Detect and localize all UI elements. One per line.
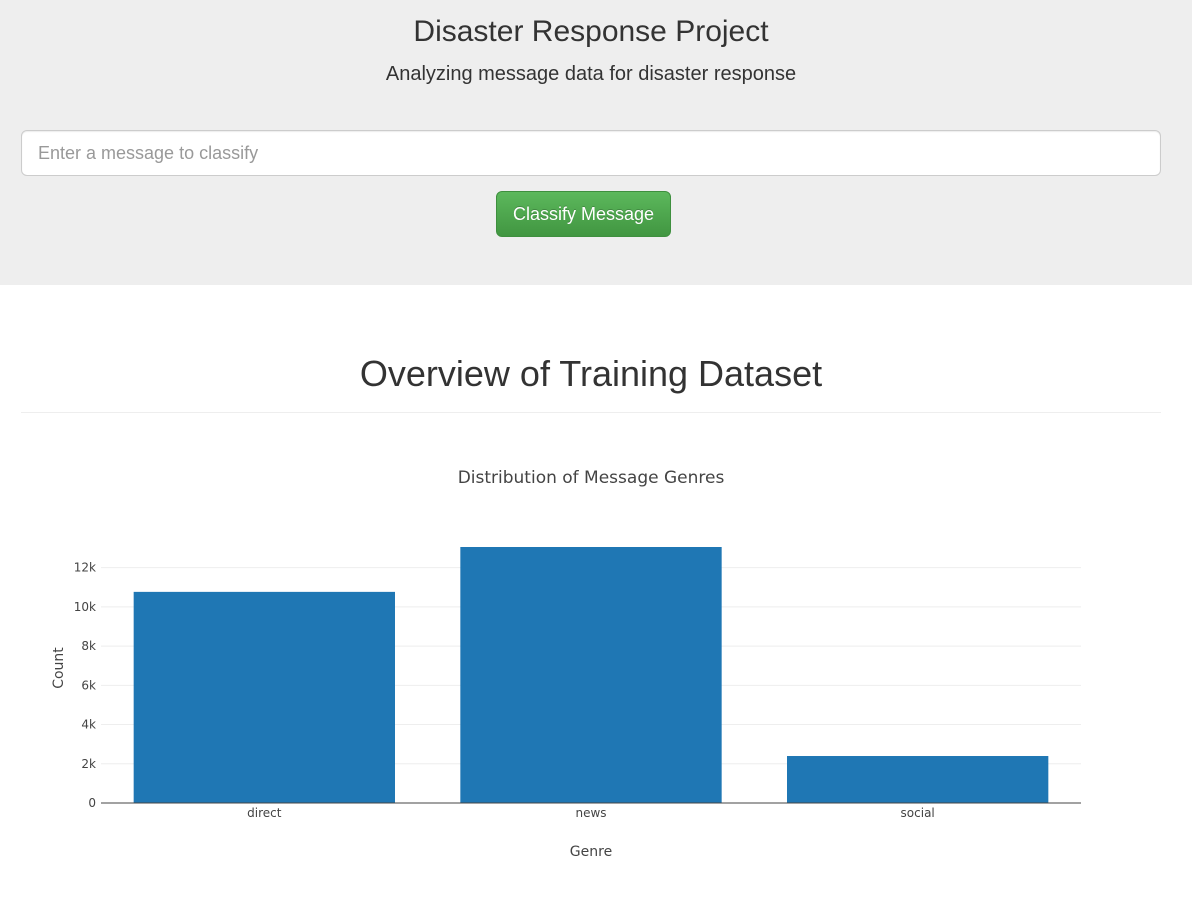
x-axis-title: Genre xyxy=(570,844,612,860)
section-divider xyxy=(21,412,1161,413)
y-tick-label: 10k xyxy=(74,600,96,614)
page-subtitle: Analyzing message data for disaster resp… xyxy=(385,63,797,85)
y-tick-label: 2k xyxy=(81,757,96,771)
x-tick-label: social xyxy=(901,806,935,820)
x-tick-label: direct xyxy=(247,806,282,820)
page-title: Disaster Response Project xyxy=(413,15,769,48)
genre-distribution-chart: Distribution of Message Genres 0 2k 4k 6k 8k… xyxy=(51,468,1081,860)
x-tick-label: news xyxy=(575,806,606,820)
y-tick-label: 6k xyxy=(81,678,96,692)
chart-title: Distribution of Message Genres xyxy=(458,468,725,488)
y-tick-label: 12k xyxy=(74,561,96,575)
classify-message-button[interactable]: Classify Message xyxy=(496,191,671,237)
bar-news xyxy=(460,547,722,803)
bar-social xyxy=(787,756,1049,803)
bar-direct xyxy=(133,591,395,803)
y-tick-label: 8k xyxy=(81,639,96,653)
chart-bars xyxy=(133,547,1049,803)
y-axis-title: Count xyxy=(51,647,67,689)
jumbotron-header: Disaster Response Project Analyzing mess… xyxy=(0,0,1192,285)
message-input[interactable] xyxy=(21,130,1161,176)
overview-title: Overview of Training Dataset xyxy=(359,353,823,394)
y-tick-label: 0 xyxy=(88,796,96,810)
y-tick-label: 4k xyxy=(81,718,96,732)
